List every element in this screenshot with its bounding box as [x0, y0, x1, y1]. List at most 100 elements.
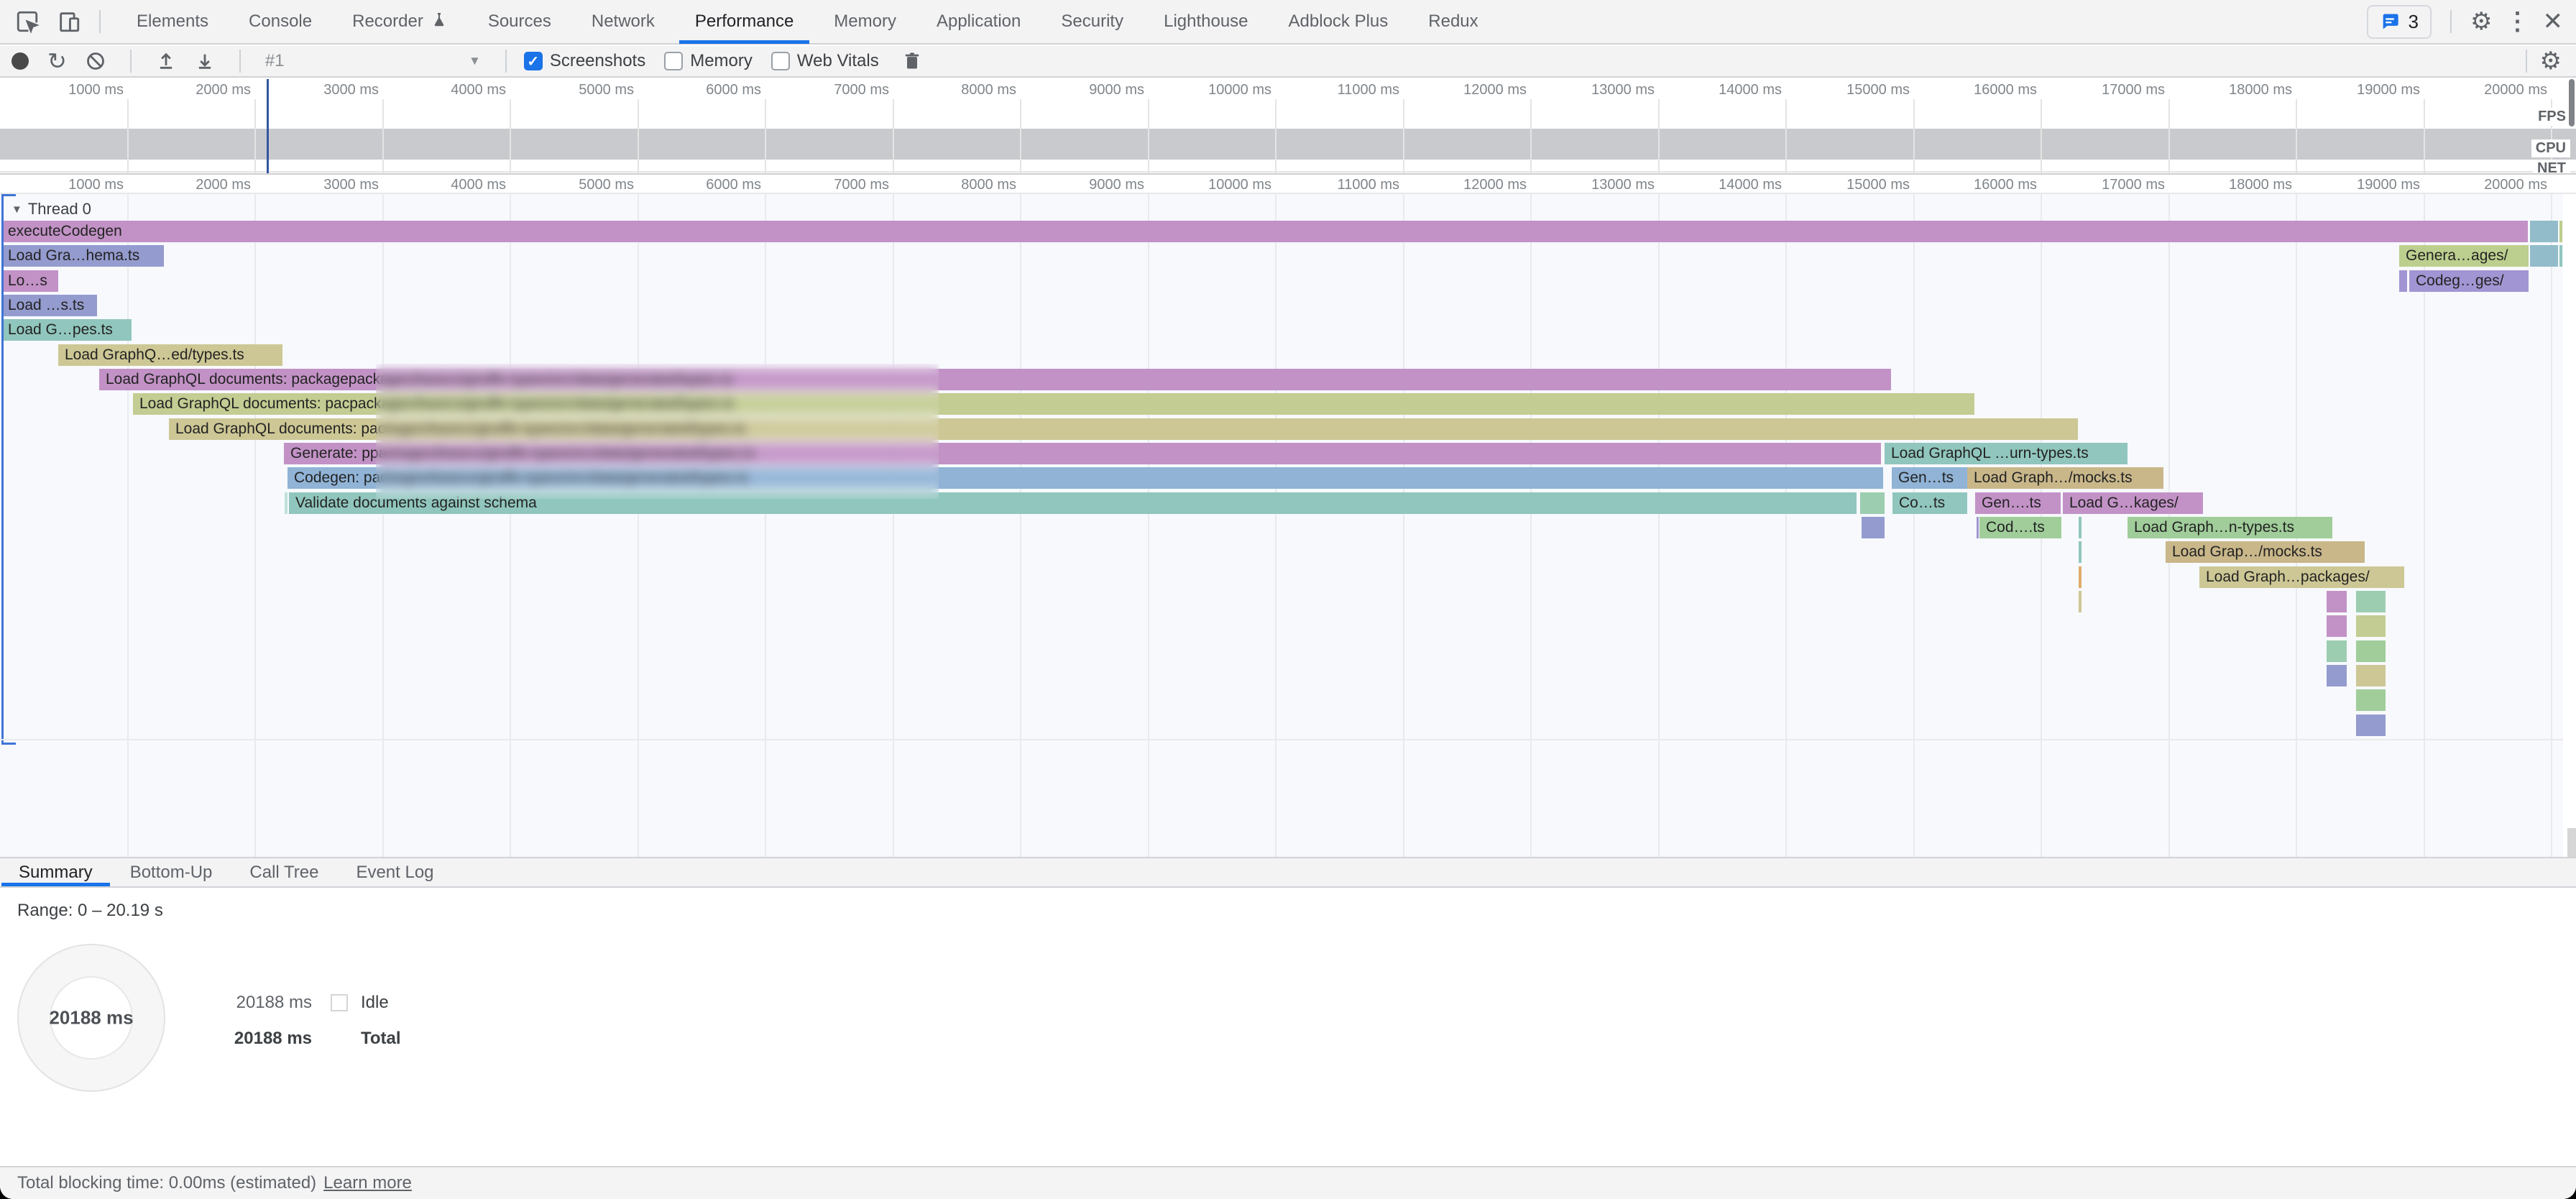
flame-bar[interactable] [2327, 665, 2347, 686]
flame-bar[interactable]: Load Graph…/mocks.ts [1967, 467, 2163, 489]
flame-bar[interactable] [2079, 566, 2082, 588]
tab-application[interactable]: Application [916, 0, 1041, 44]
device-toolbar-icon[interactable] [52, 4, 86, 39]
overview-tick-label: 12000 ms [1412, 82, 1527, 98]
flame-bar[interactable]: Load Gra…hema.ts [1, 245, 164, 267]
performance-toolbar: ↻ #1 ▼ ✓Scr [0, 46, 2576, 78]
settings-gear-icon[interactable]: ⚙ [2470, 9, 2492, 34]
capture-settings-gear-icon[interactable]: ⚙ [2540, 49, 2562, 73]
flame-bar[interactable]: Load G…pes.ts [1, 319, 132, 341]
checkbox-memory[interactable]: Memory [664, 51, 753, 71]
overview-tick-label: 2000 ms [136, 82, 251, 98]
flame-bar[interactable] [1862, 517, 1885, 538]
flame-bar[interactable]: Load G…kages/ [2063, 492, 2203, 514]
garbage-collect-icon[interactable] [902, 51, 922, 71]
issues-badge-button[interactable]: 3 [2367, 5, 2432, 39]
overview-gridline [2168, 99, 2170, 173]
flame-bar[interactable]: Load GraphQ…ed/types.ts [58, 344, 282, 366]
overview-gridline [2424, 99, 2425, 173]
flame-bar[interactable] [2356, 640, 2386, 662]
timeline-overview[interactable]: 1000 ms2000 ms3000 ms4000 ms5000 ms6000 … [0, 79, 2576, 175]
tab-sources[interactable]: Sources [468, 0, 571, 44]
flame-bar[interactable] [2356, 665, 2386, 686]
tab-elements[interactable]: Elements [116, 0, 229, 44]
flame-bar[interactable] [2327, 615, 2347, 637]
flame-bar[interactable]: Cod….ts [1979, 517, 2061, 538]
tab-console[interactable]: Console [229, 0, 332, 44]
flame-bar[interactable] [2530, 221, 2558, 242]
flame-bar[interactable]: Load Graph…n-types.ts [2128, 517, 2332, 538]
flame-bar[interactable]: Load GraphQL …urn-types.ts [1885, 443, 2128, 464]
checkbox-web-vitals[interactable]: Web Vitals [771, 51, 879, 71]
tab-adblock-plus[interactable]: Adblock Plus [1269, 0, 1409, 44]
learn-more-link[interactable]: Learn more [323, 1173, 412, 1193]
flame-bar[interactable] [2530, 245, 2558, 267]
tab-redux[interactable]: Redux [1408, 0, 1498, 44]
flame-bar[interactable] [1977, 517, 1979, 538]
toolbar-divider [130, 50, 132, 73]
details-tab-summary[interactable]: Summary [0, 858, 111, 886]
details-tabbar: SummaryBottom-UpCall TreeEvent Log [0, 857, 2576, 888]
flame-bar[interactable]: Load Grap…/mocks.ts [2166, 541, 2365, 563]
flame-bar[interactable] [2327, 591, 2347, 612]
tab-network[interactable]: Network [571, 0, 675, 44]
flame-bar[interactable]: Gen….ts [1975, 492, 2061, 514]
flame-bar[interactable] [2559, 245, 2562, 267]
checkbox-box[interactable] [664, 52, 683, 70]
overview-tick-label: 4000 ms [391, 82, 506, 98]
details-tab-bottom-up[interactable]: Bottom-Up [111, 858, 231, 886]
flame-bar[interactable] [2079, 541, 2082, 563]
tab-performance[interactable]: Performance [675, 0, 814, 44]
clear-recording-icon[interactable] [86, 51, 106, 71]
toolbar-divider [99, 10, 101, 33]
flame-bar[interactable]: Co…ts [1892, 492, 1967, 514]
details-tab-event-log[interactable]: Event Log [337, 858, 452, 886]
overview-tick-label: 17000 ms [2050, 82, 2165, 98]
flame-bar[interactable] [2559, 221, 2562, 242]
flame-bar[interactable] [2356, 715, 2386, 736]
checkbox-screenshots[interactable]: ✓Screenshots [524, 51, 645, 71]
flame-bar[interactable]: Genera…ages/ [2399, 245, 2529, 267]
tab-label: Security [1061, 12, 1123, 32]
recording-session-select[interactable]: #1 ▼ [265, 51, 481, 71]
flame-bar[interactable]: Load Graph…packages/ [2199, 566, 2404, 588]
record-button[interactable] [12, 52, 29, 70]
flame-bar[interactable] [1860, 492, 1885, 514]
flame-bar[interactable]: executeCodegen [1, 221, 2528, 242]
flame-bar[interactable] [2079, 591, 2082, 612]
kebab-menu-icon[interactable]: ⋮ [2506, 9, 2530, 34]
inspect-element-icon[interactable] [10, 4, 45, 39]
details-tab-call-tree[interactable]: Call Tree [231, 858, 337, 886]
flame-bar[interactable]: Load GraphQL documents: packagepackages/… [99, 369, 1891, 390]
flame-bar[interactable] [285, 492, 288, 514]
flame-bar[interactable] [2079, 517, 2082, 538]
ruler-tick-label: 12000 ms [1412, 177, 1527, 193]
overview-gridline [254, 99, 256, 173]
close-devtools-icon[interactable]: ✕ [2543, 9, 2564, 34]
flame-bar[interactable] [2327, 640, 2347, 662]
tab-security[interactable]: Security [1041, 0, 1144, 44]
tab-lighthouse[interactable]: Lighthouse [1144, 0, 1268, 44]
flame-bar[interactable] [2356, 591, 2386, 612]
overview-scrollbar-thumb[interactable] [2569, 79, 2575, 127]
lane-label-cpu: CPU [2531, 139, 2570, 157]
tab-memory[interactable]: Memory [814, 0, 916, 44]
flame-chart[interactable]: ▼ Thread 0 executeCodegen Load Gra…hema.t… [0, 194, 2576, 857]
load-profile-icon[interactable] [156, 51, 176, 71]
checkbox-box[interactable]: ✓ [524, 52, 543, 70]
flame-bar[interactable]: Gen…ts [1892, 467, 1967, 489]
checkbox-box[interactable] [771, 52, 790, 70]
flame-scrollbar-corner[interactable] [2567, 828, 2576, 857]
flame-bar[interactable]: Lo…s [1, 270, 58, 292]
reload-and-record-icon[interactable]: ↻ [47, 47, 67, 75]
overview-cursor-line [267, 79, 269, 173]
flame-bar[interactable] [2356, 615, 2386, 637]
thread-header[interactable]: ▼ Thread 0 [12, 200, 91, 219]
save-profile-icon[interactable] [195, 51, 215, 71]
tab-recorder[interactable]: Recorder [332, 0, 468, 44]
toolbar-divider [2450, 10, 2452, 33]
flame-bar[interactable]: Codeg…ges/ [2409, 270, 2529, 292]
flame-bar[interactable] [2356, 689, 2386, 711]
flame-bar[interactable]: Load …s.ts [1, 295, 97, 316]
flame-bar[interactable] [2399, 270, 2407, 292]
